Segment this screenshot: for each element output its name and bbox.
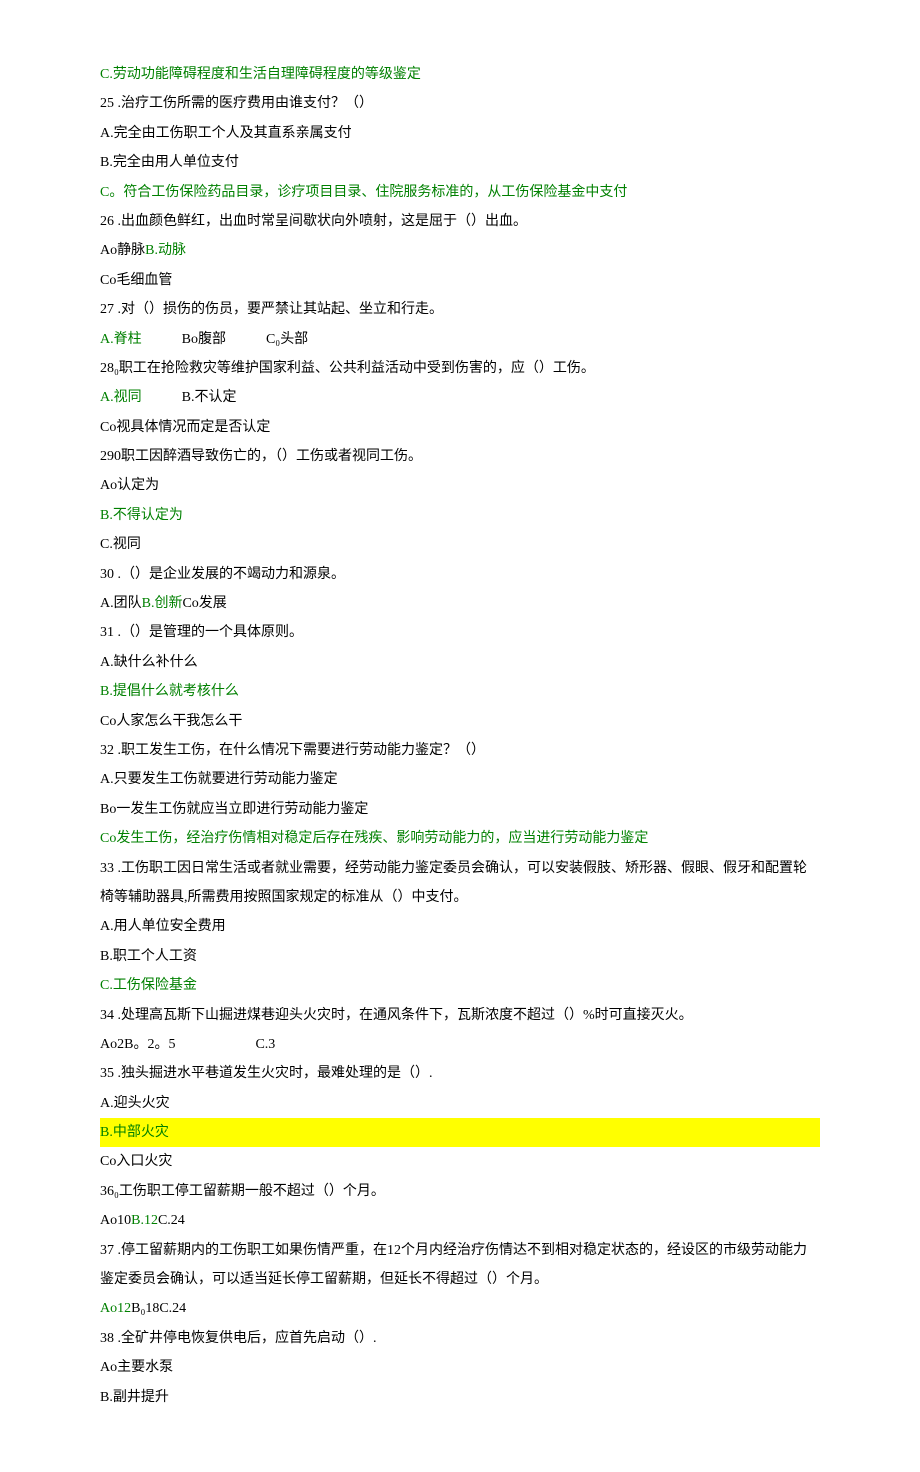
text-line: 36₀工伤职工停工留薪期一般不超过（）个月。 [100, 1177, 820, 1206]
text-line: C。符合工伤保险药品目录，诊疗项目目录、住院服务标准的，从工伤保险基金中支付 [100, 178, 820, 207]
text-line: C.视同 [100, 530, 820, 559]
text-line: Co发生工伤，经治疗伤情相对稳定后存在残疾、影响劳动能力的，应当进行劳动能力鉴定 [100, 824, 820, 853]
text-line: A.迎头火灾 [100, 1089, 820, 1118]
text-line: C.劳动功能障碍程度和生活自理障碍程度的等级鉴定 [100, 60, 820, 89]
text-line: Ao10B.12C.24 [100, 1206, 820, 1235]
text-line: Ao12B₀18C.24 [100, 1294, 820, 1323]
text-line: 28₀职工在抢险救灾等维护国家利益、公共利益活动中受到伤害的，应（）工伤。 [100, 354, 820, 383]
text-line: Ao静脉B.动脉 [100, 236, 820, 265]
text-line: A.脊柱Bo腹部C₀头部 [100, 325, 820, 354]
text-line: 34 .处理高瓦斯下山掘进煤巷迎头火灾时，在通风条件下，瓦斯浓度不超过（）%时可… [100, 1001, 820, 1030]
text-line: Co入口火灾 [100, 1147, 820, 1176]
text-line: 25 .治疗工伤所需的医疗费用由谁支付？（） [100, 89, 820, 118]
text-line: 27 .对（）损伤的伤员，要严禁让其站起、坐立和行走。 [100, 295, 820, 324]
text-line: B.职工个人工资 [100, 942, 820, 971]
text-line: 31 .（）是管理的一个具体原则。 [100, 618, 820, 647]
text-line: A.视同B.不认定 [100, 383, 820, 412]
text-line: 26 .出血颜色鲜红，出血时常呈间歇状向外喷射，这是屈于（）出血。 [100, 207, 820, 236]
text-line: 290职工因醉酒导致伤亡的，（）工伤或者视同工伤。 [100, 442, 820, 471]
text-line: B.中部火灾 [100, 1118, 820, 1147]
text-line: Ao主要水泵 [100, 1353, 820, 1382]
text-line: 32 .职工发生工伤，在什么情况下需要进行劳动能力鉴定？（） [100, 736, 820, 765]
text-line: Co视具体情况而定是否认定 [100, 413, 820, 442]
text-line: 38 .全矿井停电恢复供电后，应首先启动（）. [100, 1324, 820, 1353]
text-line: A.团队B.创新Co发展 [100, 589, 820, 618]
text-line: B.副井提升 [100, 1383, 820, 1412]
text-line: B.完全由用人单位支付 [100, 148, 820, 177]
document-body: C.劳动功能障碍程度和生活自理障碍程度的等级鉴定25 .治疗工伤所需的医疗费用由… [100, 60, 820, 1412]
text-line: B.不得认定为 [100, 501, 820, 530]
text-line: 35 .独头掘进水平巷道发生火灾时，最难处理的是（）. [100, 1059, 820, 1088]
text-line: B.提倡什么就考核什么 [100, 677, 820, 706]
text-line: Bo一发生工伤就应当立即进行劳动能力鉴定 [100, 795, 820, 824]
text-line: Ao认定为 [100, 471, 820, 500]
text-line: 30 .（）是企业发展的不竭动力和源泉。 [100, 560, 820, 589]
text-line: Ao2B。2。5C.3 [100, 1030, 820, 1059]
text-line: A.用人单位安全费用 [100, 912, 820, 941]
text-line: Co人家怎么干我怎么干 [100, 707, 820, 736]
text-line: 33 .工伤职工因日常生活或者就业需要，经劳动能力鉴定委员会确认，可以安装假肢、… [100, 854, 820, 913]
text-line: 37 .停工留薪期内的工伤职工如果伤情严重，在12个月内经治疗伤情达不到相对稳定… [100, 1236, 820, 1295]
text-line: A.只要发生工伤就要进行劳动能力鉴定 [100, 765, 820, 794]
text-line: Co毛细血管 [100, 266, 820, 295]
text-line: A.缺什么补什么 [100, 648, 820, 677]
text-line: A.完全由工伤职工个人及其直系亲属支付 [100, 119, 820, 148]
text-line: C.工伤保险基金 [100, 971, 820, 1000]
